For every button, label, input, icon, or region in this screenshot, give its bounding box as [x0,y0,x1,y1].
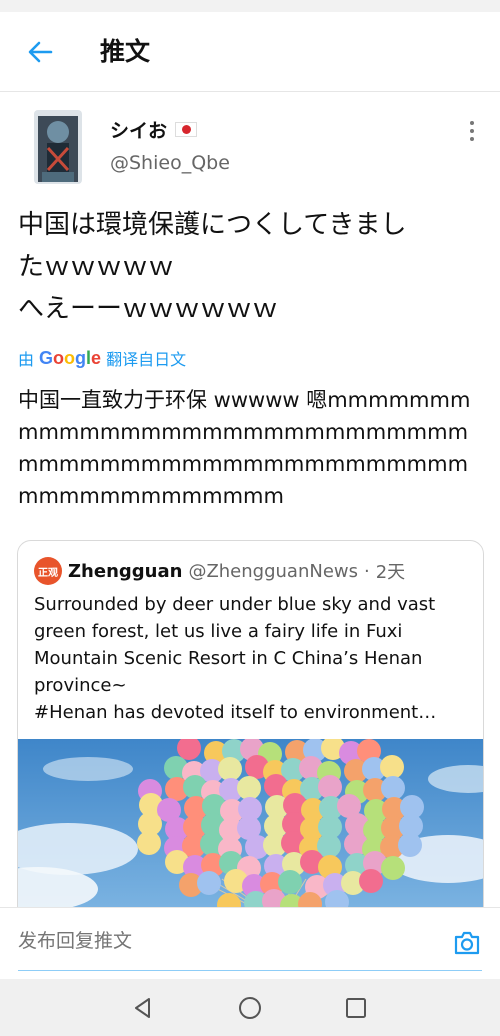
quote-author-handle: @ZhengguanNews [188,560,358,582]
author-name-text: シイお [110,120,168,142]
balloon-shape [381,856,405,880]
nav-back-button[interactable] [128,993,158,1023]
nav-recents-button[interactable] [341,993,371,1023]
quote-avatar: 正观 [34,557,62,585]
system-navigation-bar [0,979,500,1036]
circle-home-icon [239,997,261,1019]
square-recents-icon [346,998,366,1018]
quote-text-line: province~ [34,675,127,696]
translated-text: 中国一直致力于环保 wwwww 嗯mmmmmmmmmmmmmmmmmmmmmmm… [18,388,471,508]
balloon-shape [380,755,404,779]
japan-flag-icon [175,122,198,137]
quote-author-name: Zhengguan [68,560,183,582]
avatar[interactable] [34,110,82,184]
tweet-text: 中国は環境保護につくしてきまし たｗｗｗｗｗ へえーーｗｗｗｗｗｗ [18,210,407,324]
balloon-shape [359,869,383,893]
reply-underline [18,970,482,971]
balloon-shape [137,831,161,855]
balloon-shape [218,757,242,781]
translation-suffix: 翻译自日文 [106,350,187,369]
quote-header: 正观 Zhengguan @ZhengguanNews · 2天 [34,557,405,585]
triangle-back-icon [135,998,150,1018]
more-dot-icon [470,121,474,125]
balloon-shape [318,775,342,799]
reply-composer [0,907,500,979]
page-title: 推文 [100,37,151,66]
balloon-shape [278,870,302,894]
balloon-shape [197,871,221,895]
translation-attribution[interactable]: 由 Google 翻译自日文 [18,346,186,370]
author-handle[interactable]: @Shieo_Qbe [110,152,230,174]
quote-text-line: Mountain Scenic Resort in C China’s Hena… [34,648,423,669]
quoted-tweet[interactable]: 正观 Zhengguan @ZhengguanNews · 2天 Surroun… [17,540,484,907]
balloon-shape [237,776,261,800]
more-options-button[interactable] [462,118,482,144]
quote-text-line: green forest, let us live a fairy life i… [34,621,403,642]
status-bar [0,0,500,12]
quote-text-line: Surrounded by deer under blue sky and va… [34,594,436,615]
tweet-detail: シイお @Shieo_Qbe 中国は環境保護につくしてきまし たｗｗｗｗｗ へえ… [0,92,500,907]
more-dot-icon [470,137,474,141]
quote-text: Surrounded by deer under blue sky and va… [34,591,474,726]
author-display-name[interactable]: シイお [110,116,198,143]
balloon-shape [381,776,405,800]
translation-prefix: 由 [18,350,35,369]
reply-input[interactable] [0,908,440,976]
camera-icon [454,931,480,955]
top-app-bar: 推文 [0,12,500,92]
quote-separator: · [364,560,370,582]
quote-media-image[interactable] [18,736,483,907]
quote-timestamp: 2天 [375,562,406,583]
back-button[interactable] [20,34,60,70]
avatar-image [34,110,82,184]
quote-text-line: #Henan has devoted itself to environment… [34,702,437,723]
camera-button[interactable] [452,928,482,958]
nav-home-button[interactable] [235,993,265,1023]
google-logo: Google [39,347,102,368]
balloon-shape [398,833,422,857]
balloon-photo [18,736,483,907]
more-dot-icon [470,129,474,133]
arrow-left-icon [28,41,53,63]
